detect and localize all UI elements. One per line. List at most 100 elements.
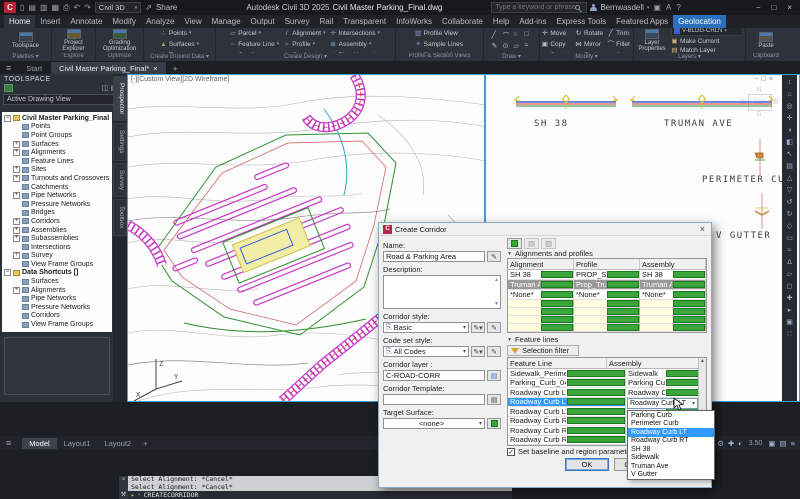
column-header[interactable]: Assembly bbox=[640, 259, 706, 269]
nav-tool-icon[interactable]: ⌂ bbox=[787, 89, 791, 100]
tree-expander-icon[interactable] bbox=[13, 184, 20, 191]
ribbon-button[interactable]: ▤ Match Layer bbox=[671, 46, 743, 53]
ribbon-button[interactable]: ▲ Surfaces▾ bbox=[160, 40, 199, 49]
tree-expander-icon[interactable]: + bbox=[13, 192, 20, 199]
dropdown-option[interactable]: V Gutter bbox=[628, 471, 714, 480]
tree-expander-icon[interactable]: + bbox=[13, 252, 20, 259]
layer-picker-button[interactable]: ▤ bbox=[487, 370, 501, 381]
draw-tool-icon[interactable]: □ bbox=[525, 31, 532, 41]
pick-icon[interactable] bbox=[567, 436, 625, 443]
pick-surface-button[interactable] bbox=[487, 418, 501, 429]
pick-icon[interactable] bbox=[673, 300, 705, 307]
window-minimize-button[interactable]: − bbox=[752, 3, 765, 12]
alignment-row[interactable]: *None* *None* *None* bbox=[508, 290, 706, 300]
tree-item[interactable]: − Civil Master Parking_Final bbox=[4, 114, 112, 123]
column-header[interactable]: Alignment bbox=[508, 259, 574, 269]
tree-expander-icon[interactable] bbox=[13, 295, 20, 302]
ribbon-button[interactable]: ▣ Copy bbox=[541, 40, 571, 49]
tree-item[interactable]: Bridges bbox=[4, 209, 112, 218]
pick-icon[interactable] bbox=[607, 281, 639, 288]
ribbon-tab[interactable]: Rail bbox=[314, 15, 338, 28]
pick-icon[interactable] bbox=[607, 291, 639, 298]
ribbon-button[interactable]: ▥ Profile View bbox=[415, 29, 465, 38]
nav-tool-icon[interactable]: ↕ bbox=[788, 77, 792, 88]
ribbon-button[interactable]: ≈ Profile▾ bbox=[283, 40, 325, 49]
pick-icon[interactable] bbox=[541, 281, 573, 288]
layout-tab[interactable]: Layout1 bbox=[57, 438, 98, 449]
draw-tool-icon[interactable]: ⊙ bbox=[503, 42, 510, 50]
style-preview-button[interactable]: ✎ bbox=[487, 322, 501, 333]
cart-icon[interactable]: ▣ bbox=[652, 3, 662, 12]
tree-item[interactable]: − Data Shortcuts [] bbox=[4, 269, 112, 278]
share-label[interactable]: Share bbox=[156, 3, 177, 12]
paste-button[interactable]: Paste bbox=[748, 32, 784, 50]
ribbon-button[interactable]: ⋈ Mirror bbox=[575, 40, 603, 49]
column-header[interactable]: Feature Line bbox=[508, 358, 607, 368]
hamburger-menu-icon[interactable]: ≡ bbox=[4, 63, 17, 74]
toolspace-tab[interactable]: Toolbox bbox=[113, 199, 127, 235]
ribbon-tab[interactable]: Output bbox=[246, 15, 280, 28]
code-set-preview-button[interactable]: ✎ bbox=[487, 346, 501, 357]
column-header[interactable]: Profile bbox=[574, 259, 640, 269]
tree-expander-icon[interactable]: + bbox=[13, 141, 20, 148]
pick-icon[interactable] bbox=[607, 300, 639, 307]
pick-icon[interactable] bbox=[607, 324, 639, 331]
tree-item[interactable]: View Frame Groups bbox=[4, 260, 112, 269]
ribbon-button[interactable]: ↻ Rotate bbox=[575, 29, 603, 38]
draw-tool-icon[interactable]: ▱ bbox=[514, 42, 521, 50]
checkbox-checked-icon[interactable]: ✓ bbox=[507, 448, 515, 456]
nav-tool-icon[interactable]: ≈ bbox=[788, 245, 792, 256]
tree-expander-icon[interactable]: + bbox=[13, 227, 20, 234]
tree-item[interactable]: Pressure Networks bbox=[4, 303, 112, 312]
tree-expander-icon[interactable] bbox=[13, 312, 20, 319]
tree-item[interactable]: Intersections bbox=[4, 243, 112, 252]
tree-item[interactable]: Points bbox=[4, 123, 112, 132]
ribbon-tab[interactable]: Help bbox=[488, 15, 514, 28]
nav-tool-icon[interactable]: ∆ bbox=[787, 257, 791, 268]
dropdown-option[interactable]: Sidewalk bbox=[628, 454, 714, 463]
status-tool-icon[interactable]: ✚ bbox=[727, 439, 735, 448]
tree-expander-icon[interactable] bbox=[13, 158, 20, 165]
description-input[interactable]: ▲ ▼ bbox=[383, 275, 501, 309]
ribbon-button[interactable]: ✛ Move bbox=[541, 29, 571, 38]
ribbon-button[interactable]: ▱ Parcel▾ bbox=[229, 29, 279, 38]
ribbon-tab[interactable]: View bbox=[179, 15, 206, 28]
nav-tool-icon[interactable]: △ bbox=[787, 173, 792, 184]
pick-icon[interactable] bbox=[541, 271, 573, 278]
project-explorer-button[interactable]: Project Explorer bbox=[54, 29, 93, 53]
close-icon[interactable]: × bbox=[153, 64, 157, 73]
tree-item[interactable]: Point Groups bbox=[4, 131, 112, 140]
edit-style-button[interactable]: ✎▾ bbox=[471, 322, 485, 333]
share-icon[interactable]: ⇗ bbox=[144, 3, 153, 12]
tree-expander-icon[interactable] bbox=[13, 321, 20, 328]
nav-tool-icon[interactable]: ↺ bbox=[787, 197, 793, 208]
tree-expander-icon[interactable]: + bbox=[13, 166, 20, 173]
ribbon-tab[interactable]: InfoWorks bbox=[391, 15, 437, 28]
tree-item[interactable]: Feature Lines bbox=[4, 157, 112, 166]
pick-icon[interactable] bbox=[567, 370, 625, 377]
tree-item[interactable]: + Alignments bbox=[4, 148, 112, 157]
scroll-up-icon[interactable]: ▲ bbox=[494, 277, 499, 283]
tree-expander-icon[interactable] bbox=[13, 132, 20, 139]
corridor-template-input[interactable] bbox=[383, 394, 485, 405]
nav-tool-icon[interactable]: ◑ bbox=[787, 125, 791, 136]
nav-tool-icon[interactable]: ◇ bbox=[787, 221, 792, 232]
ribbon-button[interactable]: ~ Feature Line▾ bbox=[229, 40, 279, 49]
user-name[interactable]: Bernwasdell bbox=[600, 3, 644, 12]
tree-expander-icon[interactable]: − bbox=[4, 115, 11, 122]
pick-icon[interactable] bbox=[673, 291, 705, 298]
corridor-name-input[interactable] bbox=[383, 251, 485, 262]
tree-expander-icon[interactable]: + bbox=[13, 287, 20, 294]
window-restore-button[interactable]: □ bbox=[767, 3, 780, 12]
layout-tab[interactable]: Model bbox=[22, 438, 56, 449]
feature-lines-section-header[interactable]: ▼ Feature lines bbox=[507, 335, 707, 344]
add-baseline-button[interactable] bbox=[507, 238, 522, 249]
alignment-row[interactable]: SH 38 PROP_SH 38 SH 38 bbox=[508, 270, 706, 280]
corridor-layer-input[interactable] bbox=[383, 370, 485, 381]
ribbon-tab[interactable]: Featured Apps bbox=[611, 15, 673, 28]
draw-tool-icon[interactable]: ✎ bbox=[492, 42, 499, 50]
draw-tool-icon[interactable]: ╱ bbox=[492, 31, 499, 41]
tree-expander-icon[interactable] bbox=[13, 123, 20, 130]
search-box[interactable] bbox=[491, 2, 587, 13]
nav-tool-icon[interactable]: ▽ bbox=[787, 185, 792, 196]
